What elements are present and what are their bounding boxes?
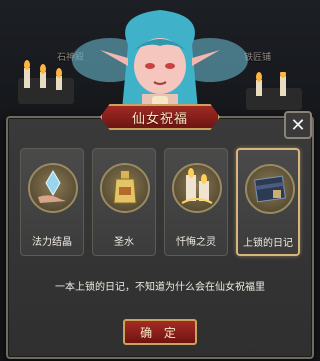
- close-button[interactable]: ✕: [284, 111, 312, 139]
- item-card-holy-water[interactable]: 圣水: [92, 148, 156, 256]
- locked-diary-icon: [245, 164, 295, 214]
- game-scene: 石神殿 铁匠铺 仙女祝福 ✕ 法力结晶 圣水 忏悔之灵 上锁的日记 一本上锁的日…: [0, 0, 320, 361]
- item-card-locked-diary[interactable]: 上锁的日记: [236, 148, 300, 256]
- item-label: 圣水: [114, 237, 134, 248]
- item-list: 法力结晶 圣水 忏悔之灵 上锁的日记: [20, 148, 300, 258]
- item-label: 法力结晶: [32, 237, 72, 248]
- dialog-title-banner: 仙女祝福: [100, 104, 220, 130]
- repentance-spirit-icon: [172, 163, 222, 213]
- holy-water-icon: [100, 163, 150, 213]
- item-card-repentance-spirit[interactable]: 忏悔之灵: [164, 148, 228, 256]
- confirm-button[interactable]: 确 定: [123, 319, 197, 345]
- item-card-crystal[interactable]: 法力结晶: [20, 148, 84, 256]
- candles-decoration-right: [246, 72, 302, 110]
- crystal-icon: [28, 163, 78, 213]
- close-icon: ✕: [290, 114, 306, 136]
- item-label: 忏悔之灵: [176, 237, 216, 248]
- item-description: 一本上锁的日记，不知道为什么会在仙女祝福里: [55, 282, 265, 293]
- candles-decoration-left: [18, 60, 74, 104]
- item-label: 上锁的日记: [243, 238, 293, 249]
- dialog-title: 仙女祝福: [131, 111, 188, 127]
